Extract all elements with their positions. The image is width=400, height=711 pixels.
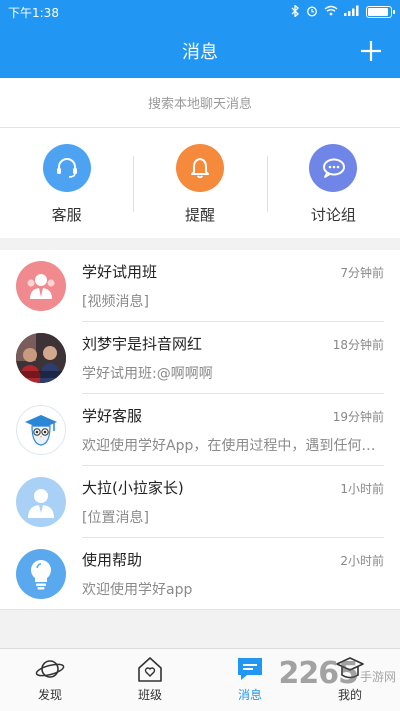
headset-icon xyxy=(42,144,91,192)
lightbulb-icon xyxy=(16,549,66,599)
bottom-tab-bar: 发现 班级 消息 我的 xyxy=(0,648,400,711)
conversation-time: 18分钟前 xyxy=(332,338,384,352)
status-bar: 下午1:38 xyxy=(0,0,400,24)
add-button[interactable] xyxy=(356,36,386,66)
quick-action-customer-service[interactable]: 客服 xyxy=(0,128,133,238)
tab-label: 我的 xyxy=(337,688,362,702)
conversation-time: 7分钟前 xyxy=(340,266,384,280)
header: 消息 xyxy=(0,24,400,78)
bluetooth-icon xyxy=(290,3,300,20)
status-time: 下午1:38 xyxy=(8,5,59,20)
chat-bubbles-icon xyxy=(309,144,358,192)
conversation-preview: 欢迎使用学好App，在使用过程中，遇到任何问题 xyxy=(82,438,384,454)
quick-action-label: 客服 xyxy=(51,206,82,224)
quick-action-reminder[interactable]: 提醒 xyxy=(133,128,266,238)
tab-class[interactable]: 班级 xyxy=(100,649,200,711)
conversation-row[interactable]: 刘梦宇是抖音网红 18分钟前 学好试用班:@啊啊啊 xyxy=(0,322,400,394)
page-title: 消息 xyxy=(182,42,218,63)
tab-mine[interactable]: 我的 xyxy=(300,649,400,711)
quick-action-label: 讨论组 xyxy=(310,206,356,224)
conversation-row[interactable]: 学好客服 19分钟前 欢迎使用学好App，在使用过程中，遇到任何问题 xyxy=(0,394,400,466)
house-heart-icon xyxy=(138,657,162,682)
conversation-name: 大拉(小拉家长) xyxy=(82,479,184,497)
owl-graduate-icon xyxy=(16,405,66,455)
conversation-preview: 学好试用班:@啊啊啊 xyxy=(82,366,213,382)
conversation-list: 学好试用班 7分钟前 [视频消息] 刘梦宇是抖音网红 18分钟前 学好试用班:@… xyxy=(0,250,400,610)
quick-action-label: 提醒 xyxy=(184,206,215,224)
conversation-name: 学好试用班 xyxy=(82,263,158,281)
conversation-time: 2小时前 xyxy=(340,554,384,568)
tab-label: 班级 xyxy=(137,688,162,702)
quick-action-discussion-group[interactable]: 讨论组 xyxy=(266,128,400,238)
message-icon xyxy=(238,658,262,680)
search-bar[interactable]: 搜索本地聊天消息 xyxy=(0,78,400,128)
plus-icon xyxy=(361,41,381,61)
wifi-icon xyxy=(324,5,338,19)
conversation-row[interactable]: 学好试用班 7分钟前 [视频消息] xyxy=(0,250,400,322)
conversation-row[interactable]: 使用帮助 2小时前 欢迎使用学好app xyxy=(0,538,400,610)
tab-discover[interactable]: 发现 xyxy=(0,649,100,711)
group-avatar-icon xyxy=(16,261,66,311)
conversation-time: 19分钟前 xyxy=(332,410,384,424)
conversation-preview: [视频消息] xyxy=(82,294,149,310)
conversation-time: 1小时前 xyxy=(340,482,384,496)
graduation-cap-icon xyxy=(336,657,364,679)
status-icons xyxy=(290,3,395,20)
conversation-name: 刘梦宇是抖音网红 xyxy=(82,335,203,353)
search-placeholder: 搜索本地聊天消息 xyxy=(147,97,252,112)
planet-icon xyxy=(35,660,65,678)
tab-messages[interactable]: 消息 xyxy=(200,649,300,711)
conversation-name: 使用帮助 xyxy=(82,551,143,569)
conversation-preview: [位置消息] xyxy=(82,510,149,526)
signal-icon xyxy=(344,5,360,19)
battery-icon xyxy=(366,6,395,18)
tab-label: 消息 xyxy=(237,688,262,702)
person-avatar-icon xyxy=(16,477,66,527)
conversation-preview: 欢迎使用学好app xyxy=(82,582,193,598)
bell-icon xyxy=(175,144,224,192)
quick-actions: 客服 提醒 讨论组 xyxy=(0,128,400,238)
tab-label: 发现 xyxy=(37,688,62,702)
conversation-name: 学好客服 xyxy=(82,407,143,425)
conversation-row[interactable]: 大拉(小拉家长) 1小时前 [位置消息] xyxy=(0,466,400,538)
alarm-icon xyxy=(306,5,318,20)
photo-avatar xyxy=(16,333,66,383)
